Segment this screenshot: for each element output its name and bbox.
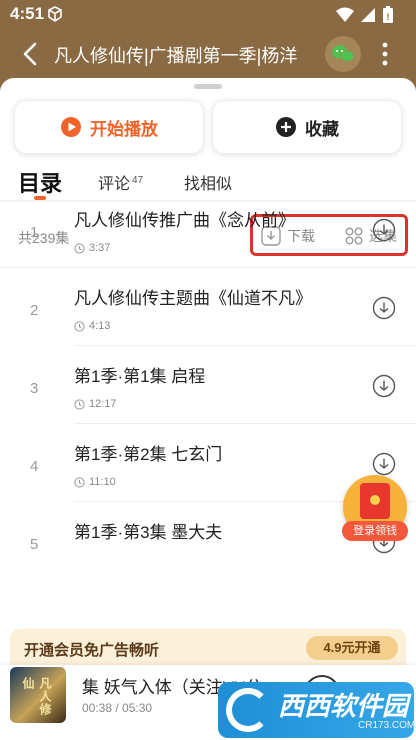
watermark-site: CR173.COM bbox=[358, 720, 416, 731]
episode-title: 凡人修仙传主题曲《仙道不凡》 bbox=[74, 289, 312, 308]
cube-icon bbox=[48, 6, 62, 22]
battery-icon: ! bbox=[383, 6, 393, 23]
svg-text:!: ! bbox=[387, 12, 390, 22]
back-arrow-icon[interactable] bbox=[18, 40, 44, 68]
site-watermark: 西西软件园 CR173.COM bbox=[218, 682, 416, 738]
vip-banner[interactable]: 开通会员免广告畅听 4.9元开通 bbox=[10, 629, 406, 667]
list-item[interactable]: 2 凡人修仙传主题曲《仙道不凡》 4:13 bbox=[0, 268, 416, 346]
episode-index: 4 bbox=[30, 458, 39, 475]
wifi-icon bbox=[336, 7, 354, 22]
vip-open-button[interactable]: 4.9元开通 bbox=[306, 636, 398, 660]
download-circle-icon[interactable] bbox=[372, 374, 396, 398]
status-time: 4:51 bbox=[10, 4, 45, 23]
favorite-button[interactable]: 收藏 bbox=[212, 100, 402, 154]
album-cover[interactable]: 凡人修仙 bbox=[10, 667, 66, 723]
wechat-share-button[interactable] bbox=[325, 36, 361, 72]
red-packet-float[interactable]: 登录领钱 bbox=[342, 475, 408, 545]
episode-title: 凡人修仙传推广曲《念从前》 bbox=[74, 211, 295, 230]
drag-handle[interactable] bbox=[194, 84, 222, 89]
comment-count-badge: 47 bbox=[132, 174, 144, 186]
app-bar: 凡人修仙传|广播剧第一季|杨洋 bbox=[0, 28, 416, 80]
episode-title: 第1季·第2集 七玄门 bbox=[74, 445, 223, 464]
clock-icon bbox=[74, 320, 85, 332]
cover-text: 凡人修仙 bbox=[21, 677, 52, 716]
signal-icon bbox=[361, 8, 375, 22]
duration-text: 11:10 bbox=[89, 476, 116, 488]
duration-text: 12:17 bbox=[89, 398, 117, 410]
episode-title: 第1季·第1集 启程 bbox=[74, 367, 206, 386]
plus-circle-icon bbox=[276, 117, 296, 137]
download-circle-icon[interactable] bbox=[372, 296, 396, 320]
episode-index: 2 bbox=[30, 302, 39, 319]
clock-icon bbox=[74, 242, 85, 254]
red-envelope-icon bbox=[360, 483, 390, 519]
duration-text: 4:13 bbox=[89, 320, 111, 332]
episode-duration: 11:10 bbox=[74, 476, 116, 488]
watermark-logo-icon bbox=[226, 688, 270, 732]
download-circle-icon[interactable] bbox=[372, 218, 396, 242]
clock-icon bbox=[74, 398, 85, 410]
episode-duration: 3:37 bbox=[74, 242, 110, 254]
episode-index: 5 bbox=[30, 536, 39, 553]
episode-duration: 4:13 bbox=[74, 320, 110, 332]
vip-banner-text: 开通会员免广告畅听 bbox=[24, 642, 160, 659]
playback-time: 00:38 / 05:30 bbox=[82, 701, 153, 715]
start-play-label: 开始播放 bbox=[90, 119, 158, 139]
episode-index: 3 bbox=[30, 380, 39, 397]
clock-icon bbox=[74, 476, 85, 488]
red-packet-label: 登录领钱 bbox=[342, 521, 408, 541]
favorite-label: 收藏 bbox=[305, 119, 339, 139]
duration-text: 3:37 bbox=[89, 242, 111, 254]
status-bar: 4:51 ! bbox=[0, 0, 416, 28]
more-options-icon[interactable] bbox=[378, 40, 392, 68]
wechat-icon bbox=[332, 45, 355, 62]
list-item[interactable]: 1 凡人修仙传推广曲《念从前》 3:37 bbox=[0, 190, 416, 268]
episode-index: 1 bbox=[30, 224, 39, 241]
page-title: 凡人修仙传|广播剧第一季|杨洋 bbox=[54, 46, 298, 66]
episode-duration: 12:17 bbox=[74, 398, 117, 410]
play-circle-icon bbox=[61, 117, 81, 137]
list-item[interactable]: 3 第1季·第1集 启程 12:17 bbox=[0, 346, 416, 424]
episode-title: 第1季·第3集 墨大夫 bbox=[74, 523, 223, 542]
download-circle-icon[interactable] bbox=[372, 452, 396, 476]
start-play-button[interactable]: 开始播放 bbox=[14, 100, 204, 154]
watermark-brand: 西西软件园 bbox=[278, 691, 409, 721]
